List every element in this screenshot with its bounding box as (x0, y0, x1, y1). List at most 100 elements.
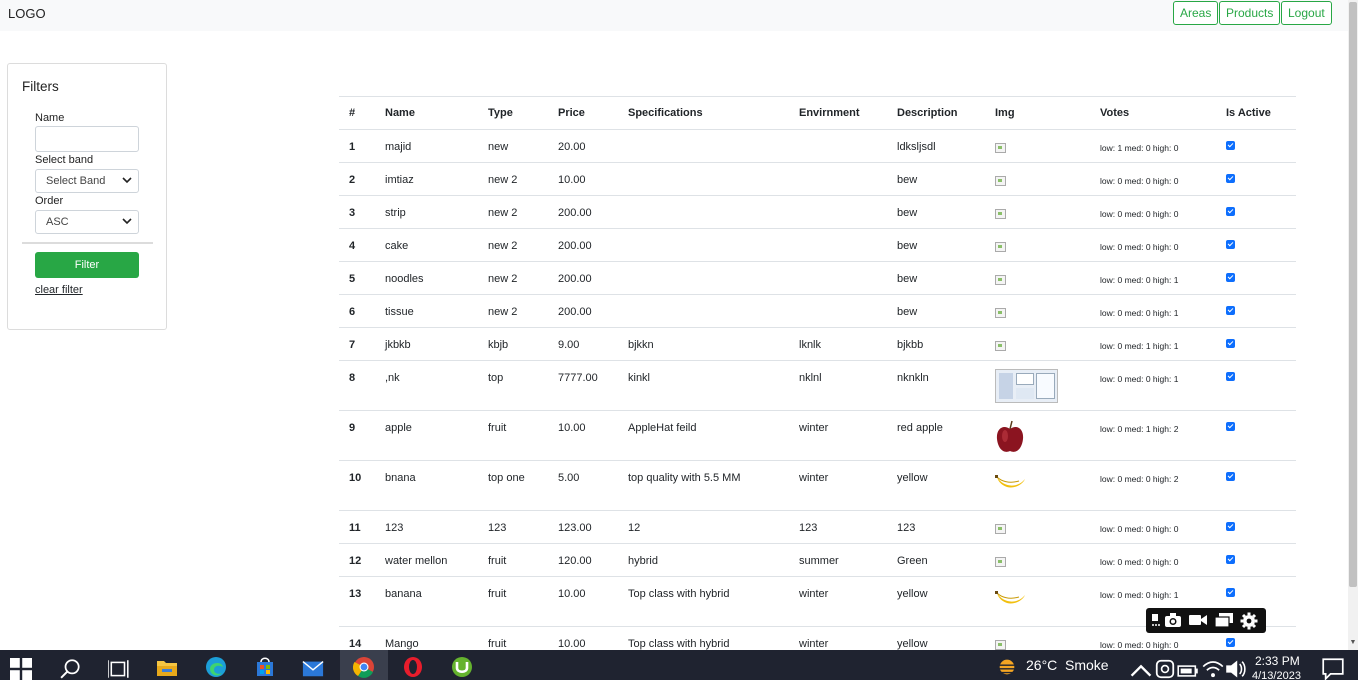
name-input[interactable] (35, 126, 139, 152)
cell-environment: nklnl (789, 360, 887, 411)
scrollbar-thumb[interactable] (1349, 2, 1357, 587)
is-active-checkbox[interactable] (1226, 240, 1235, 249)
wifi-icon[interactable] (1202, 658, 1224, 680)
cell-name: tissue (375, 294, 478, 328)
table-row: 4 cake new 2 200.00 bew low: 0 med: 0 high: 0 (339, 228, 1296, 262)
is-active-checkbox[interactable] (1226, 422, 1235, 431)
task-view-icon[interactable] (108, 658, 130, 680)
clock-date[interactable]: 4/13/2023 (1252, 670, 1301, 682)
video-icon[interactable] (1188, 612, 1208, 628)
is-active-checkbox[interactable] (1226, 372, 1235, 381)
cell-environment: winter (789, 410, 887, 461)
chrome-browser-icon[interactable] (353, 656, 375, 678)
is-active-checkbox[interactable] (1226, 472, 1235, 481)
volume-icon[interactable] (1225, 658, 1247, 680)
cell-environment (789, 129, 887, 163)
scroll-down-arrow-icon[interactable]: ▼ (1349, 638, 1357, 648)
is-active-checkbox[interactable] (1226, 555, 1235, 564)
filter-button[interactable]: Filter (35, 252, 139, 278)
meet-now-icon[interactable] (1154, 658, 1176, 680)
cell-type: fruit (478, 576, 548, 627)
is-active-checkbox[interactable] (1226, 174, 1235, 183)
store-icon[interactable] (254, 656, 276, 678)
cell-description: bew (887, 228, 985, 262)
cell-votes: low: 0 med: 0 high: 1 (1090, 360, 1216, 411)
cell-img (985, 410, 1090, 461)
windows-icon[interactable] (1214, 612, 1234, 628)
col-header-name: Name (375, 96, 478, 130)
is-active-checkbox[interactable] (1226, 522, 1235, 531)
file-explorer-icon[interactable] (156, 657, 178, 679)
utorrent-icon[interactable] (451, 656, 473, 678)
is-active-checkbox[interactable] (1226, 588, 1235, 597)
cell-votes: low: 0 med: 0 high: 1 (1090, 294, 1216, 328)
weather-icon[interactable] (996, 656, 1018, 678)
clear-filter-link[interactable]: clear filter (35, 284, 83, 296)
cell-environment: summer (789, 543, 887, 577)
page-scrollbar[interactable]: ▼ (1348, 0, 1358, 650)
cell-type: kbjb (478, 327, 548, 361)
cell-img (985, 228, 1090, 262)
row-index: 5 (339, 261, 375, 295)
capture-icon[interactable] (1150, 612, 1162, 628)
cell-votes: low: 0 med: 0 high: 1 (1090, 261, 1216, 295)
nav-button-products[interactable]: Products (1219, 1, 1281, 25)
order-select-value: ASC (46, 216, 69, 228)
band-select-value: Select Band (46, 175, 106, 187)
cell-environment (789, 294, 887, 328)
is-active-checkbox[interactable] (1226, 339, 1235, 348)
search-icon[interactable] (60, 658, 82, 680)
row-index: 8 (339, 360, 375, 411)
is-active-checkbox[interactable] (1226, 638, 1235, 647)
col-header-price: Price (548, 96, 618, 130)
cell-specifications (618, 162, 789, 196)
opera-browser-icon[interactable] (402, 656, 424, 678)
row-index: 12 (339, 543, 375, 577)
chevron-up-icon[interactable] (1130, 660, 1152, 682)
filters-divider (22, 242, 153, 244)
cell-name: 123 (375, 510, 478, 544)
edge-browser-icon[interactable] (205, 656, 227, 678)
cell-description: red apple (887, 410, 985, 461)
chevron-down-icon (122, 218, 132, 225)
cell-img (985, 129, 1090, 163)
cell-specifications (618, 195, 789, 229)
col-header-img: Img (985, 96, 1090, 130)
row-index: 10 (339, 460, 375, 511)
cell-price: 200.00 (548, 195, 618, 229)
cell-environment (789, 162, 887, 196)
table-row: 12 water mellon fruit 120.00 hybrid summer Gre… (339, 543, 1296, 577)
cell-votes: low: 0 med: 0 high: 2 (1090, 460, 1216, 511)
cell-name: bnana (375, 460, 478, 511)
band-select[interactable]: Select Band (35, 169, 139, 193)
cell-name: strip (375, 195, 478, 229)
nav-button-logout[interactable]: Logout (1281, 1, 1332, 25)
nav-button-areas[interactable]: Areas (1173, 1, 1219, 25)
settings-icon[interactable] (1240, 612, 1258, 630)
is-active-checkbox[interactable] (1226, 273, 1235, 282)
cell-type: new 2 (478, 162, 548, 196)
is-active-checkbox[interactable] (1226, 306, 1235, 315)
windows-start-icon[interactable] (10, 658, 32, 680)
cell-is-active (1216, 510, 1296, 544)
notifications-icon[interactable] (1322, 658, 1344, 680)
order-select[interactable]: ASC (35, 210, 139, 234)
cell-is-active (1216, 261, 1296, 295)
cell-is-active (1216, 129, 1296, 163)
cell-votes: low: 0 med: 1 high: 2 (1090, 410, 1216, 461)
filters-title: Filters (22, 79, 59, 94)
table-row: 11 123 123 123.00 12 123 123 low: 0 med: 0 high… (339, 510, 1296, 544)
clock-time[interactable]: 2:33 PM (1255, 654, 1300, 668)
is-active-checkbox[interactable] (1226, 207, 1235, 216)
cell-description: yellow (887, 576, 985, 627)
cell-price: 20.00 (548, 129, 618, 163)
mail-icon[interactable] (302, 657, 324, 679)
camera-icon[interactable] (1164, 612, 1182, 628)
is-active-checkbox[interactable] (1226, 141, 1235, 150)
col-header-specifications: Specifications (618, 96, 789, 130)
table-row: 1 majid new 20.00 ldksljsdl low: 1 med: 0 hig… (339, 129, 1296, 163)
battery-icon[interactable] (1177, 660, 1199, 682)
cell-img (985, 327, 1090, 361)
apple-image (996, 420, 1024, 452)
cell-specifications: kinkl (618, 360, 789, 411)
